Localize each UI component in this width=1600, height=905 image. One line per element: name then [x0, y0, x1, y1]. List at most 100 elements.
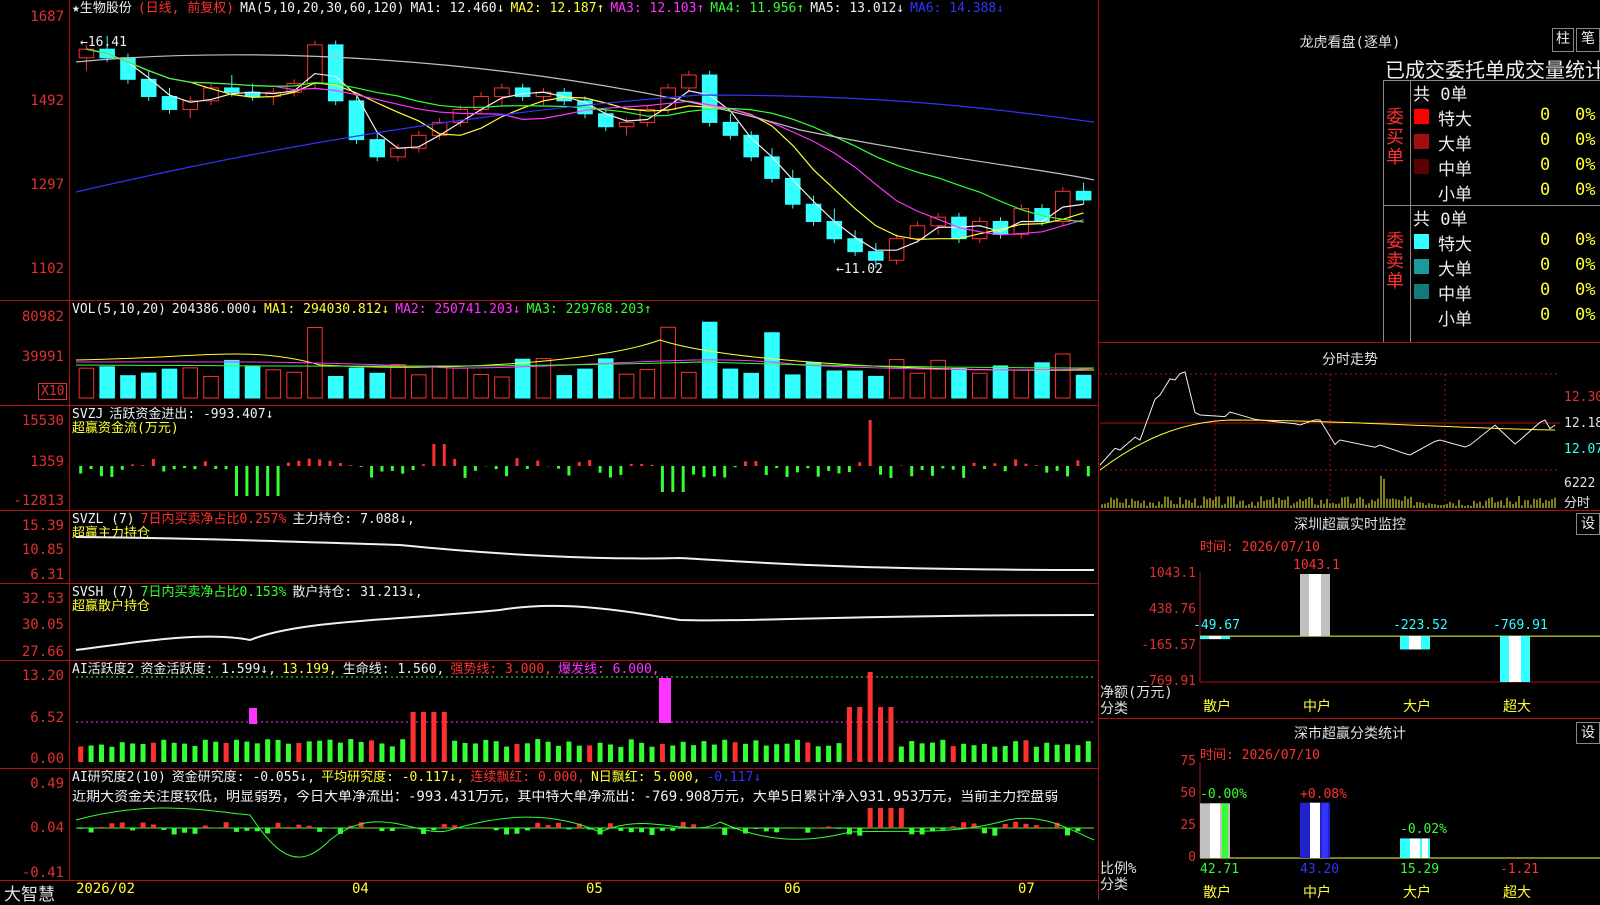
volume-bar	[640, 370, 655, 398]
monitor-bar-highlight	[1409, 636, 1421, 649]
monitor-bar	[1300, 574, 1330, 636]
monitor-category-label: 超大	[1503, 696, 1531, 716]
color-swatch	[1414, 234, 1429, 249]
fund-flow-bar	[474, 466, 477, 471]
candle-body	[619, 122, 634, 126]
fund-flow-bar	[744, 461, 747, 466]
activity-bar	[722, 740, 727, 762]
fund-flow-bar	[1076, 460, 1079, 466]
research-bar	[494, 828, 499, 830]
x-axis-label: 2026/02	[76, 881, 135, 897]
fund-flow-bar	[599, 466, 602, 473]
order-percent: 0%	[1575, 130, 1595, 150]
fund-flow-bar	[495, 466, 498, 469]
classify-change-label: -0.02%	[1400, 822, 1447, 837]
high-price-mark: ←16.41	[80, 35, 127, 50]
volume-bar	[682, 372, 697, 398]
candle-body	[370, 140, 385, 157]
tick-mode-button[interactable]: 笔	[1576, 28, 1600, 52]
classify-ratio-label: 15.29	[1400, 862, 1439, 877]
fenshi-price: 12.30	[1564, 390, 1600, 405]
activity-bar	[276, 740, 281, 762]
classify-settings-button[interactable]: 设	[1576, 722, 1600, 744]
longhu-title: 龙虎看盘(逐单)	[1240, 32, 1460, 52]
activity-bar	[764, 746, 769, 762]
kline-app: ★生物股份(日线, 前复权)MA(5,10,20,30,60,120)MA1: …	[0, 0, 1600, 900]
activity-bar	[992, 747, 997, 762]
fenshi-vol-unit: 分时	[1564, 492, 1590, 511]
activity-bar	[577, 746, 582, 762]
monitor-value-label: -223.52	[1393, 618, 1448, 633]
activity-bar	[868, 672, 873, 762]
fund-flow-bar	[1004, 466, 1007, 471]
fund-flow-bar	[142, 465, 145, 466]
activity-bar	[452, 741, 457, 762]
classify-bar-edge	[1422, 838, 1428, 858]
activity-bar	[1003, 746, 1008, 762]
fund-flow-bar	[90, 466, 93, 469]
research-bar	[899, 808, 904, 828]
research-bar	[888, 808, 893, 828]
volume-bar	[79, 368, 94, 398]
activity-bar	[961, 744, 966, 762]
fund-flow-bar	[702, 466, 705, 477]
research-bar	[369, 827, 374, 828]
candle-body	[495, 88, 510, 97]
research-bar	[556, 823, 561, 828]
monitor-settings-button[interactable]: 设	[1576, 513, 1600, 535]
activity-bar	[525, 743, 530, 762]
brand-label[interactable]: 大智慧	[4, 880, 55, 905]
ma-line	[86, 49, 1083, 222]
fund-flow-bar	[640, 464, 643, 466]
fund-flow-bar	[100, 466, 103, 476]
divider	[1098, 342, 1600, 343]
retail-line	[76, 606, 1094, 650]
research-bar	[130, 828, 135, 830]
fund-flow-bar	[370, 466, 373, 478]
candle-body	[328, 45, 343, 101]
classify-bar-edge	[1222, 803, 1228, 858]
fund-flow-bar	[536, 461, 539, 466]
research-bar	[234, 828, 239, 832]
activity-bar	[161, 740, 166, 762]
research-bar	[442, 824, 447, 828]
research-bar	[78, 828, 83, 829]
volume-bar	[287, 372, 302, 398]
monitor-bar-highlight	[1309, 574, 1321, 636]
fund-flow-bar	[318, 459, 321, 466]
sell-total: 共 0单	[1413, 205, 1467, 230]
fund-flow-bar	[443, 444, 446, 466]
activity-bar	[712, 745, 717, 762]
research-bar	[1023, 824, 1028, 828]
activity-bar	[743, 744, 748, 762]
volume-bar	[848, 371, 863, 398]
fund-flow-bar	[765, 466, 768, 475]
research-bar	[141, 822, 146, 828]
classify-category-label: 大户	[1403, 882, 1431, 902]
classify-axis-label: 0	[1150, 850, 1196, 865]
fund-flow-bar	[609, 466, 612, 478]
volume-bar	[1056, 354, 1071, 398]
fenshi-title: 分时走势	[1280, 349, 1420, 369]
right-panel-separator	[1098, 0, 1099, 900]
color-swatch	[1414, 159, 1429, 174]
volume-bar	[349, 368, 364, 398]
activity-bar	[431, 712, 436, 762]
candle-body	[869, 252, 884, 261]
fund-flow-bar	[505, 466, 508, 476]
candle-body	[765, 157, 780, 179]
research-bar	[639, 828, 644, 832]
classify-axis-label: 25	[1150, 818, 1196, 833]
research-bar	[213, 827, 218, 828]
activity-bar	[390, 746, 395, 762]
bar-mode-button[interactable]: 柱	[1552, 28, 1574, 52]
main-chart-svg[interactable]: ←16.41←11.02	[0, 0, 1098, 880]
volume-bar	[245, 366, 260, 398]
activity-bar	[338, 743, 343, 762]
classify-bar	[1300, 803, 1330, 858]
order-count: 0	[1540, 105, 1550, 125]
order-percent: 0%	[1575, 180, 1595, 200]
research-bar	[992, 828, 997, 836]
fund-flow-bar	[173, 466, 176, 469]
activity-bar	[411, 712, 416, 762]
